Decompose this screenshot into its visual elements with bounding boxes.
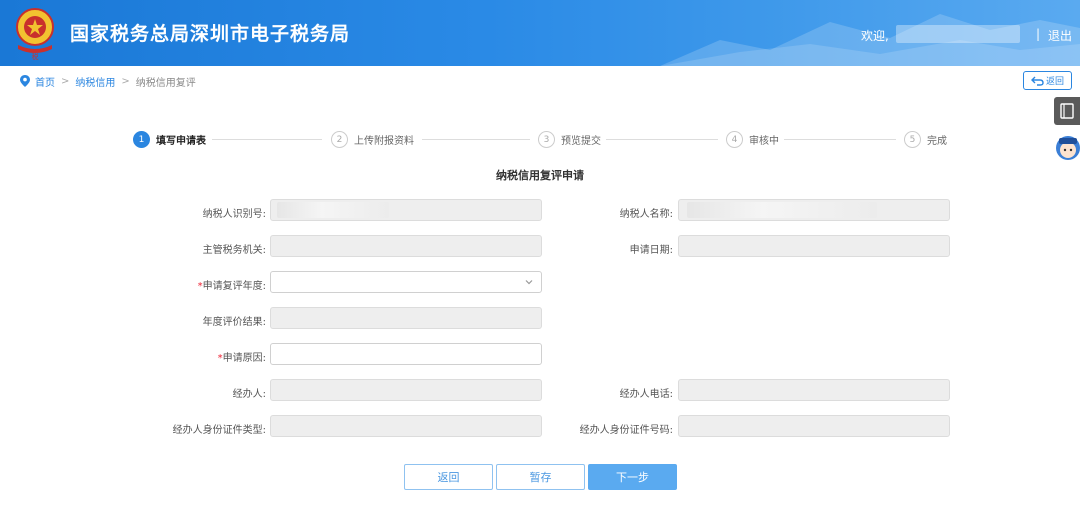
step-number: 5 [904,131,921,148]
taxpayer-id-label: 纳税人识别号: [202,209,266,220]
reason-label: *申请原因: [217,353,266,364]
step-number: 3 [538,131,555,148]
username-redacted [896,25,1020,43]
step-connector [784,139,896,140]
tax-authority-field [270,235,542,257]
review-year-select[interactable] [270,271,542,293]
step-label: 审核中 [749,136,779,147]
breadcrumb-separator: > [121,75,130,87]
breadcrumb-home[interactable]: 首页 [35,74,55,89]
next-step-button[interactable]: 下一步 [588,464,677,490]
agent-id-number-field [678,415,950,437]
step-label: 预览提交 [561,136,601,147]
back-button[interactable]: 返回 [404,464,493,490]
breadcrumb-separator: > [61,75,70,87]
site-title: 国家税务总局深圳市电子税务局 [70,23,351,45]
return-arrow-icon [1030,76,1044,86]
step-3: 3 预览提交 [538,131,601,148]
agent-phone-label: 经办人电话: [619,389,673,400]
form-title: 纳税信用复评申请 [496,169,584,182]
header-bar: 税 国家税务总局深圳市电子税务局 欢迎, | 退出 [0,0,1080,66]
step-number: 2 [331,131,348,148]
step-connector [606,139,718,140]
top-back-label: 返回 [1045,77,1064,87]
breadcrumb-current: 纳税信用复评 [135,77,196,89]
svg-text:税: 税 [32,52,39,61]
taxpayer-name-label: 纳税人名称: [619,209,673,220]
logout-link[interactable]: 退出 [1048,27,1072,44]
agent-id-type-label: 经办人身份证件类型: [172,425,266,436]
step-label: 上传附报资料 [354,136,414,147]
book-icon [1060,103,1074,119]
location-pin-icon [20,75,30,87]
agent-id-number-label: 经办人身份证件号码: [579,425,673,436]
step-connector [212,139,322,140]
breadcrumb: 首页 > 纳税信用 > 纳税信用复评 [20,73,196,89]
progress-steps: 1 填写申请表 2 上传附报资料 3 预览提交 4 审核中 5 完成 [0,128,1080,152]
agent-label: 经办人: [232,389,266,400]
top-back-button[interactable]: 返回 [1023,71,1072,90]
agent-phone-field [678,379,950,401]
step-2: 2 上传附报资料 [331,131,414,148]
agent-id-type-field [270,415,542,437]
agent-field [270,379,542,401]
step-connector [422,139,530,140]
save-draft-button[interactable]: 暂存 [496,464,585,490]
step-1: 1 填写申请表 [133,131,206,148]
step-5: 5 完成 [904,131,947,148]
welcome-text: 欢迎, [861,29,889,43]
step-label: 完成 [927,136,947,147]
side-manual-button[interactable] [1054,97,1080,125]
redacted-value [687,202,877,218]
review-year-label: *申请复评年度: [197,281,266,292]
reason-input[interactable] [270,343,542,365]
step-4: 4 审核中 [726,131,779,148]
redacted-value [277,202,389,218]
eval-result-label: 年度评价结果: [202,317,266,328]
breadcrumb-tax-credit[interactable]: 纳税信用 [75,74,115,89]
taxpayer-name-field [678,199,950,221]
header-separator: | [1036,27,1041,41]
taxpayer-id-field [270,199,542,221]
step-number: 4 [726,131,743,148]
chevron-down-icon [525,280,533,285]
apply-date-label: 申请日期: [629,245,673,256]
eval-result-field [270,307,542,329]
tax-authority-label: 主管税务机关: [202,245,266,256]
tax-emblem-logo: 税 [16,8,54,61]
apply-date-field [678,235,950,257]
step-number: 1 [133,131,150,148]
step-label: 填写申请表 [156,136,206,147]
